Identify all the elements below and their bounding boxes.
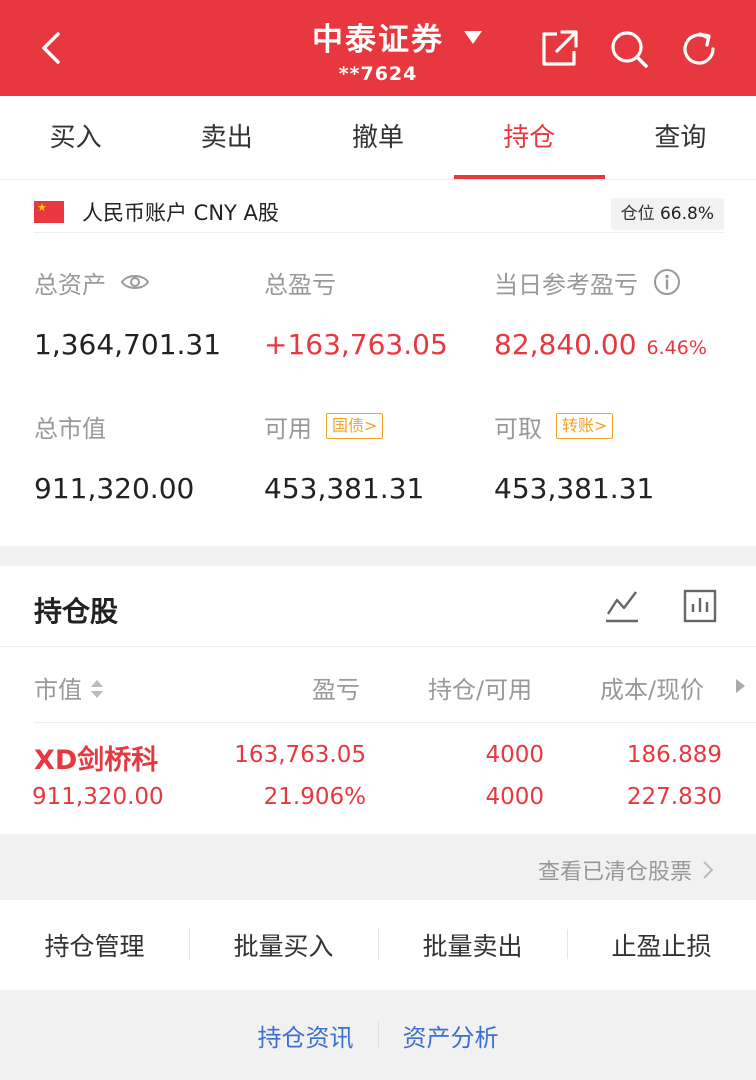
stock-price: 227.830 — [626, 784, 722, 810]
manage-holdings-button[interactable]: 持仓管理 — [0, 927, 189, 963]
account-type-label: 人民币账户 CNY A股 — [82, 201, 279, 225]
total-assets-value: 1,364,701.31 — [34, 328, 222, 361]
withdrawable-label: 可取 — [494, 414, 542, 443]
daily-pnl-value: 82,840.00 — [494, 328, 637, 361]
view-cleared-stocks-label: 查看已清仓股票 — [537, 860, 692, 885]
stock-available: 4000 — [485, 784, 544, 810]
available-funds: 可用 国债> 453,381.31 — [264, 410, 424, 505]
view-cleared-stocks-link[interactable]: 查看已清仓股票 — [538, 854, 716, 886]
col-header-cost-price[interactable]: 成本/现价 — [600, 670, 704, 705]
stock-pnl-percent: 21.906% — [263, 784, 366, 810]
daily-pnl-label: 当日参考盈亏 — [494, 270, 638, 299]
search-icon[interactable] — [608, 28, 650, 70]
available-value: 453,381.31 — [264, 472, 425, 505]
daily-pnl-row: 82,840.00 6.46% — [494, 328, 707, 361]
holdings-news-link[interactable]: 持仓资讯 — [234, 1018, 378, 1053]
available-label: 可用 — [264, 414, 312, 443]
tab-buy[interactable]: 买入 — [0, 96, 151, 179]
market-value: 总市值 911,320.00 — [34, 410, 195, 506]
col-header-market-value-label: 市值 — [34, 676, 82, 704]
daily-pnl-percent: 6.46% — [646, 337, 707, 359]
refresh-icon[interactable] — [678, 28, 720, 70]
daily-pnl: 当日参考盈亏 82,840.00 6.46% — [494, 266, 707, 361]
app-title[interactable]: 中泰证券 — [312, 22, 444, 58]
position-ratio-value: 66.8% — [659, 204, 714, 224]
info-icon[interactable] — [652, 267, 682, 297]
holdings-section: 持仓股 市值 盈亏 持仓/可用 成本/现价 XD剑桥科 911,320.00 1… — [0, 566, 756, 834]
stock-name: XD剑桥科 — [34, 745, 159, 776]
col-header-market-value[interactable]: 市值 — [34, 670, 104, 705]
position-ratio-badge: 仓位 66.8% — [610, 198, 724, 230]
cleared-stocks-bar: 查看已清仓股票 — [0, 834, 756, 900]
account-summary: ★ 人民币账户 CNY A股 仓位 66.8% 总资产 1,364,701.31… — [0, 180, 756, 546]
col-header-position[interactable]: 持仓/可用 — [428, 670, 532, 705]
take-profit-stop-loss-button[interactable]: 止盈止损 — [567, 927, 756, 963]
app-header: 中泰证券 **7624 — [0, 0, 756, 96]
china-flag-icon: ★ — [34, 201, 64, 223]
tab-query[interactable]: 查询 — [605, 96, 756, 179]
tab-sell[interactable]: 卖出 — [151, 96, 302, 179]
divider — [0, 646, 756, 647]
caret-down-icon[interactable] — [462, 26, 484, 48]
withdrawable-funds: 可取 转账> 453,381.31 — [494, 410, 654, 505]
caret-right-icon[interactable] — [734, 678, 746, 694]
total-pnl: 总盈亏 +163,763.05 — [264, 266, 448, 362]
trade-tabs: 买入 卖出 撤单 持仓 查询 — [0, 96, 756, 180]
stock-cost: 186.889 — [626, 742, 722, 768]
market-value-value: 911,320.00 — [34, 472, 195, 505]
market-value-label: 总市值 — [34, 414, 106, 443]
position-ratio-label: 仓位 — [620, 204, 655, 224]
sort-icon[interactable] — [90, 678, 104, 700]
withdrawable-value: 453,381.31 — [494, 472, 655, 505]
divider — [34, 722, 756, 723]
treasury-bond-button[interactable]: 国债> — [326, 413, 384, 439]
total-pnl-label: 总盈亏 — [264, 270, 336, 299]
share-icon[interactable] — [538, 28, 580, 70]
total-assets-label: 总资产 — [34, 270, 106, 299]
stock-market-value: 911,320.00 — [32, 784, 164, 810]
col-header-cost-price-label: 成本/现价 — [600, 676, 705, 704]
footer-links: 持仓资讯 资产分析 — [0, 990, 756, 1080]
bar-chart-icon[interactable] — [682, 588, 718, 624]
tab-holdings[interactable]: 持仓 — [453, 96, 606, 179]
total-pnl-value: +163,763.05 — [264, 328, 448, 361]
batch-buy-button[interactable]: 批量买入 — [189, 927, 378, 963]
asset-analysis-link[interactable]: 资产分析 — [379, 1018, 523, 1053]
holdings-actions: 持仓管理 批量买入 批量卖出 止盈止损 — [0, 900, 756, 990]
chevron-right-icon — [703, 861, 714, 879]
stock-position: 4000 — [485, 742, 544, 768]
line-chart-icon[interactable] — [604, 588, 640, 624]
stock-pnl: 163,763.05 — [234, 742, 366, 768]
eye-icon[interactable] — [120, 267, 150, 297]
holdings-title: 持仓股 — [34, 595, 119, 628]
total-assets: 总资产 1,364,701.31 — [34, 266, 222, 362]
batch-sell-button[interactable]: 批量卖出 — [378, 927, 567, 963]
transfer-button[interactable]: 转账> — [556, 413, 614, 439]
account-type-row: ★ 人民币账户 CNY A股 — [34, 194, 279, 230]
tab-cancel-order[interactable]: 撤单 — [302, 96, 453, 179]
col-header-pnl[interactable]: 盈亏 — [312, 670, 360, 705]
divider — [34, 232, 724, 233]
